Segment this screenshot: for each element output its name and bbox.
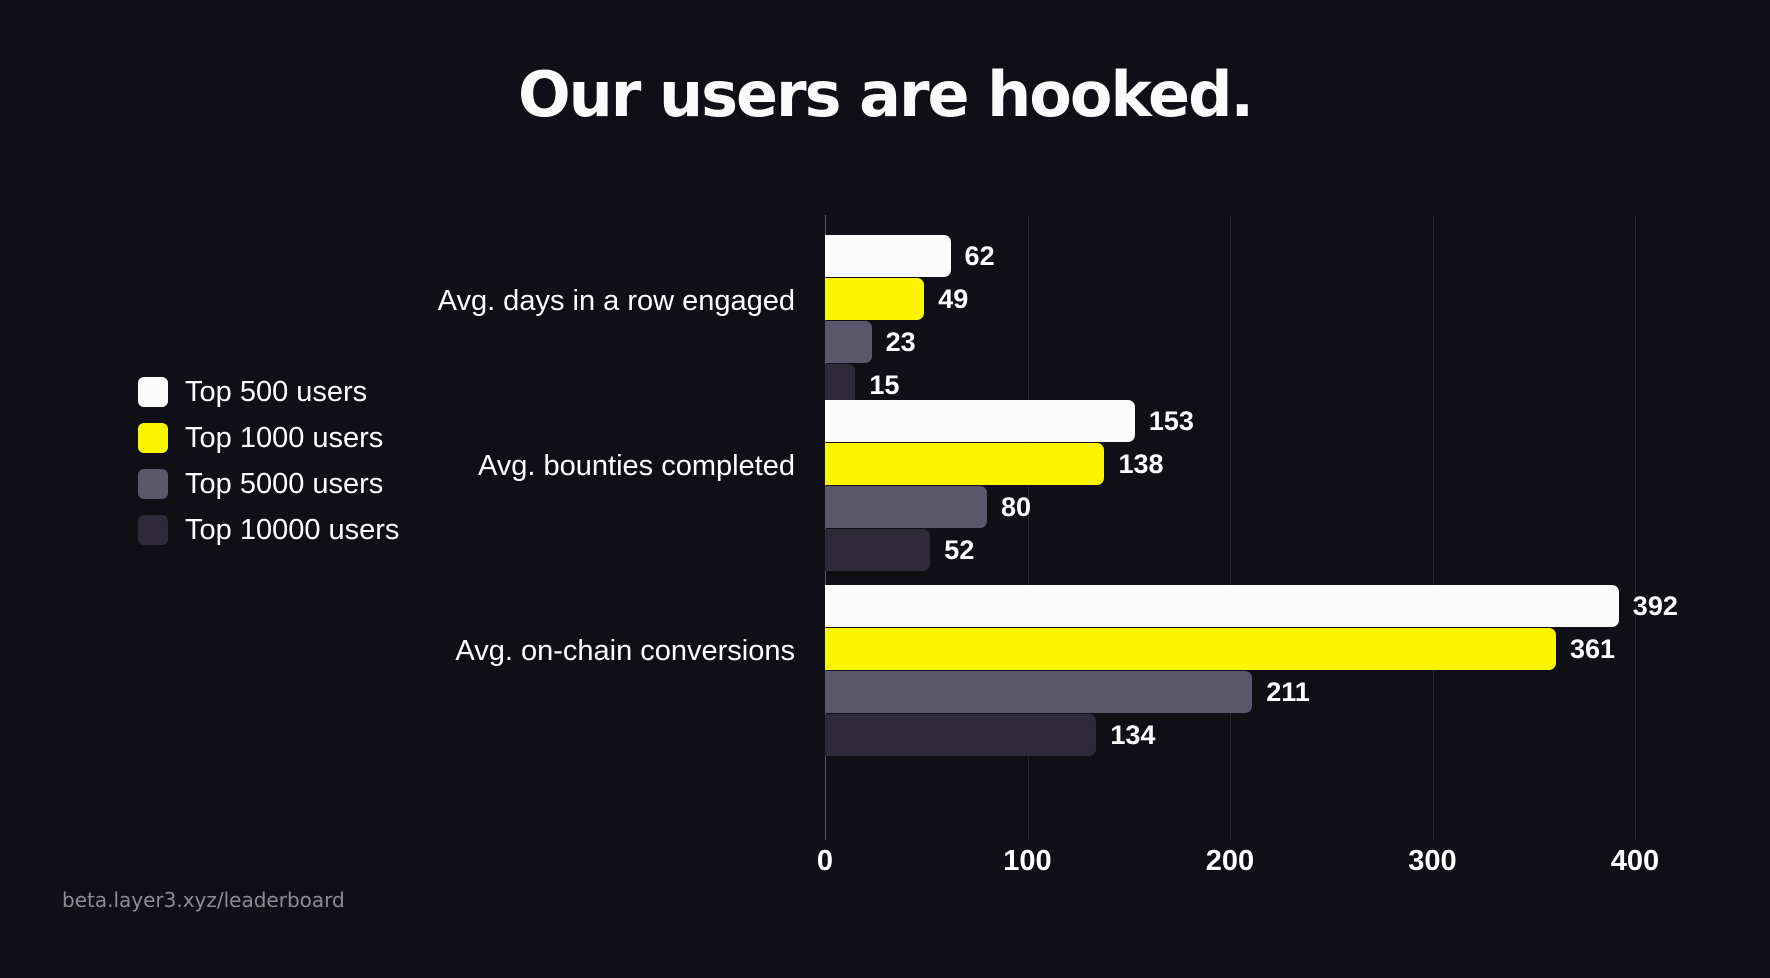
legend-item-label: Top 10000 users [185, 513, 400, 546]
gridline [1635, 215, 1636, 840]
bar [825, 400, 1135, 442]
bar-value-label: 23 [885, 327, 916, 357]
category-label: Avg. bounties completed [477, 450, 795, 482]
bar [825, 443, 1105, 485]
x-tick-label: 0 [816, 845, 834, 877]
bar-value-label: 392 [1632, 591, 1678, 621]
bar [825, 486, 987, 528]
bar-value-label: 134 [1110, 720, 1156, 750]
bar [825, 628, 1557, 670]
bar-value-label: 62 [964, 241, 995, 271]
bar-value-label: 153 [1148, 406, 1194, 436]
legend-swatch-icon [138, 377, 168, 407]
bar [825, 585, 1619, 627]
category-label: Avg. days in a row engaged [437, 285, 795, 317]
legend-item-label: Top 500 users [185, 375, 368, 408]
x-axis: 0 100 200 300 400 [817, 845, 1659, 885]
bar [825, 714, 1097, 756]
bar-value-label: 211 [1266, 677, 1310, 707]
legend-item: Top 10000 users [138, 515, 399, 545]
category-label: Avg. on-chain conversions [455, 635, 795, 667]
page-title: Our users are hooked. [517, 58, 1254, 131]
gridline [1432, 215, 1434, 840]
chart-slide: Our users are hooked. Top 500 users Top 1… [0, 0, 1770, 978]
bar [825, 278, 925, 320]
bar-value-label: 49 [938, 284, 969, 314]
bar [825, 529, 931, 571]
x-tick-label: 200 [1205, 845, 1255, 877]
legend-item-label: Top 1000 users [185, 421, 384, 454]
legend-swatch-icon [138, 469, 168, 499]
bar [825, 235, 951, 277]
legend-item: Top 1000 users [138, 423, 399, 453]
x-tick-label: 100 [1003, 845, 1052, 877]
footer-url: beta.layer3.xyz/leaderboard [62, 888, 345, 912]
x-tick-label: 400 [1610, 845, 1660, 877]
legend-swatch-icon [138, 515, 168, 545]
x-tick-label: 300 [1408, 845, 1457, 877]
bar-value-label: 80 [1001, 492, 1032, 522]
bar [825, 671, 1253, 713]
plot-area: Avg. days in a row engaged Avg. bounties … [438, 215, 1678, 840]
bar-value-label: 361 [1570, 634, 1616, 664]
legend-swatch-icon [138, 423, 168, 453]
gridline [1230, 215, 1231, 840]
legend-item: Top 500 users [138, 377, 399, 407]
bar-value-label: 138 [1118, 449, 1164, 479]
bar [825, 321, 872, 363]
bar-value-label: 52 [944, 535, 975, 565]
